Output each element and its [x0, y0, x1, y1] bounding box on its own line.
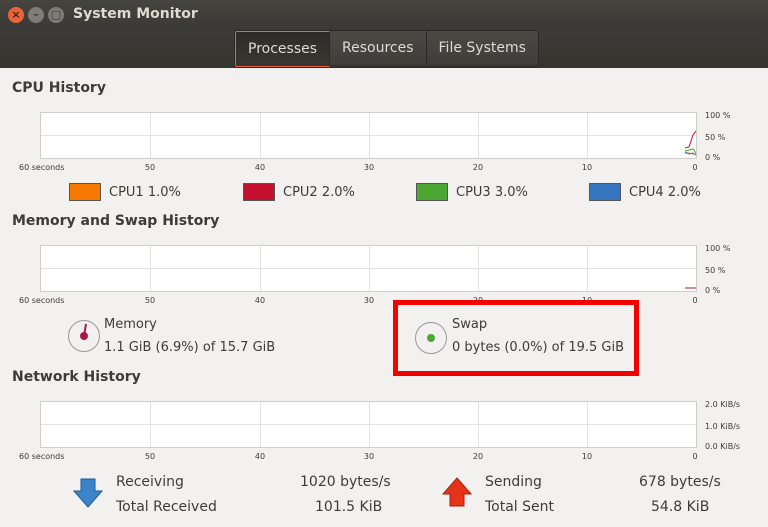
- network-x-label: 30: [363, 452, 375, 461]
- cpu4-color-button[interactable]: [589, 183, 621, 201]
- cpu-x-label: 10: [581, 163, 593, 172]
- memory-x-label: 0: [692, 296, 698, 305]
- cpu-graph-lines: [684, 130, 696, 156]
- cpu-history-title: CPU History: [12, 80, 106, 96]
- minimize-window-button[interactable]: –: [28, 7, 44, 23]
- memory-y-label-0: 0 %: [705, 286, 721, 295]
- maximize-window-button[interactable]: □: [48, 7, 64, 23]
- cpu-y-label-50: 50 %: [705, 133, 726, 142]
- cpu1-color-button[interactable]: [69, 183, 101, 201]
- legend-cpu3: CPU3 3.0%: [416, 183, 528, 201]
- network-x-label: 0: [692, 452, 698, 461]
- memory-color-button[interactable]: [68, 320, 100, 352]
- cpu4-value: 2.0%: [667, 184, 701, 200]
- swap-highlight-box: [393, 300, 639, 376]
- cpu3-label: CPU3: [456, 184, 491, 200]
- sending-color-button[interactable]: [441, 477, 473, 511]
- memory-graph-lines: [685, 287, 696, 289]
- cpu1-value: 1.0%: [147, 184, 181, 200]
- toolbar: Processes Resources File Systems: [0, 30, 768, 68]
- grid-line: [369, 402, 370, 447]
- network-history-graph: [40, 401, 697, 448]
- cpu2-color-button[interactable]: [243, 183, 275, 201]
- memory-label: Memory: [104, 317, 157, 332]
- network-x-label: 10: [581, 452, 593, 461]
- close-window-button[interactable]: ×: [8, 7, 24, 23]
- memory-x-label: 60 seconds: [19, 296, 65, 305]
- cpu-history-graph: [40, 112, 697, 159]
- legend-cpu4: CPU4 2.0%: [589, 183, 701, 201]
- sending-value: 678 bytes/s: [639, 474, 721, 490]
- window-title: System Monitor: [73, 6, 198, 22]
- cpu-y-label-100: 100 %: [705, 111, 731, 120]
- total-sent-label: Total Sent: [485, 499, 555, 515]
- network-y-label-2: 2.0 KiB/s: [705, 400, 741, 409]
- tab-resources[interactable]: Resources: [330, 31, 427, 65]
- down-arrow-icon: [72, 478, 104, 508]
- memory-pie-icon: [80, 323, 88, 340]
- cpu2-label: CPU2: [283, 184, 318, 200]
- cpu-x-label: 30: [363, 163, 375, 172]
- total-received-value: 101.5 KiB: [315, 499, 383, 515]
- cpu-x-label: 0: [692, 163, 698, 172]
- memory-value: 1.1 GiB (6.9%) of 15.7 GiB: [104, 340, 276, 355]
- memory-y-label-100: 100 %: [705, 244, 731, 253]
- tab-file-systems[interactable]: File Systems: [426, 31, 538, 65]
- cpu-y-label-0: 0 %: [705, 153, 721, 162]
- total-sent-value: 54.8 KiB: [651, 499, 710, 515]
- cpu4-label: CPU4: [629, 184, 664, 200]
- up-arrow-icon: [441, 477, 473, 507]
- memory-history-graph: [40, 245, 697, 292]
- receiving-value: 1020 bytes/s: [300, 474, 391, 490]
- memory-x-label: 40: [254, 296, 266, 305]
- sending-label: Sending: [485, 474, 542, 490]
- cpu-x-label: 20: [472, 163, 484, 172]
- tab-bar: Processes Resources File Systems: [234, 30, 539, 68]
- cpu3-color-button[interactable]: [416, 183, 448, 201]
- memory-y-label-50: 50 %: [705, 266, 726, 275]
- cpu1-label: CPU1: [109, 184, 144, 200]
- grid-line: [150, 402, 151, 447]
- network-x-label: 40: [254, 452, 266, 461]
- cpu2-line: [684, 130, 696, 149]
- title-bar: × – □ System Monitor: [0, 0, 768, 30]
- network-y-label-0: 0.0 KiB/s: [705, 442, 741, 451]
- receiving-label: Receiving: [116, 474, 184, 490]
- cpu3-value: 3.0%: [494, 184, 528, 200]
- memory-history-title: Memory and Swap History: [12, 213, 220, 229]
- total-received-label: Total Received: [116, 499, 217, 515]
- network-x-label: 50: [144, 452, 156, 461]
- grid-line: [478, 402, 479, 447]
- memory-x-label: 50: [144, 296, 156, 305]
- legend-cpu2: CPU2 2.0%: [243, 183, 355, 201]
- network-x-label: 20: [472, 452, 484, 461]
- tab-processes[interactable]: Processes: [235, 31, 331, 67]
- network-x-label: 60 seconds: [19, 452, 65, 461]
- memory-x-label: 30: [363, 296, 375, 305]
- cpu-x-label: 50: [144, 163, 156, 172]
- cpu2-value: 2.0%: [321, 184, 355, 200]
- grid-line: [260, 402, 261, 447]
- legend-cpu1: CPU1 1.0%: [69, 183, 181, 201]
- network-y-label-1: 1.0 KiB/s: [705, 422, 741, 431]
- cpu-x-label: 40: [254, 163, 266, 172]
- cpu-x-label: 60 seconds: [19, 163, 65, 172]
- receiving-color-button[interactable]: [72, 478, 104, 512]
- network-history-title: Network History: [12, 369, 141, 385]
- grid-line: [587, 402, 588, 447]
